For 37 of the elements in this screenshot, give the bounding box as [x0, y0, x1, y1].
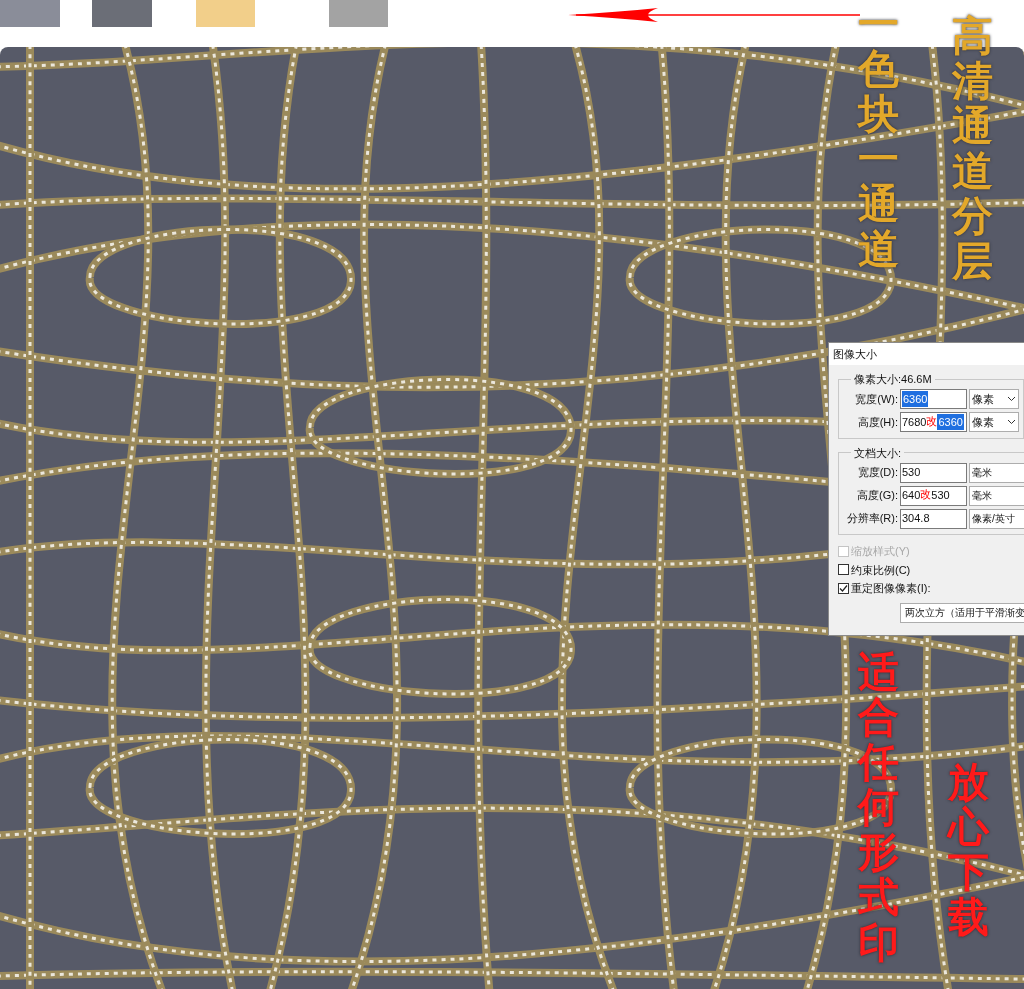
vertical-caption: 放心下载 [948, 760, 989, 941]
dialog-title: 图像大小 [833, 346, 877, 362]
chevron-down-icon [1007, 419, 1016, 425]
old-value: 640 [902, 488, 921, 504]
correction-mark: 改 [926, 413, 938, 430]
field-label: 宽度(W): [854, 391, 898, 407]
input-field[interactable]: 530 [900, 462, 967, 483]
input-field[interactable]: 304.8 [900, 508, 967, 529]
field-label: 高度(H): [856, 414, 898, 430]
group-legend: 文档大小: [854, 446, 902, 459]
unit-dropdown[interactable]: 像素 [969, 389, 1019, 409]
input-field[interactable]: 7680改 6360 [900, 412, 967, 432]
field-value: 530 [902, 465, 921, 481]
checkbox-label: 缩放样式(Y) [851, 544, 910, 559]
unit-dropdown[interactable]: 毫米 [969, 485, 1024, 506]
chevron-down-icon [1007, 396, 1016, 402]
unit-dropdown[interactable]: 毫米 [969, 462, 1024, 483]
checkbox[interactable] [838, 564, 849, 576]
old-value: 7680 [902, 414, 927, 430]
field-value: 304.8 [902, 511, 930, 527]
checkbox-label: 约束比例(C) [851, 562, 911, 578]
group-legend: 像素大小:46.6M [854, 373, 932, 385]
field-value: 6360 [937, 413, 964, 431]
unit-dropdown[interactable]: 像素/英寸 [969, 508, 1024, 529]
field-label: 宽度(D): [856, 465, 898, 481]
checkbox-label: 重定图像像素(I): [851, 581, 931, 596]
unit-dropdown[interactable]: 像素 [969, 412, 1019, 432]
field-label: 分辨率(R): [845, 511, 898, 527]
input-field[interactable]: 6360 [900, 389, 967, 409]
field-value: 6360 [902, 390, 929, 408]
resample-dropdown[interactable]: 两次立方（适用于平滑渐变 [900, 602, 1024, 623]
field-label: 高度(G): [856, 488, 898, 504]
input-field[interactable]: 640改530 [900, 485, 967, 506]
correction-mark: 改 [920, 487, 932, 504]
checkmark-icon [839, 583, 848, 593]
field-value: 530 [931, 488, 950, 504]
checkbox[interactable] [838, 582, 849, 594]
